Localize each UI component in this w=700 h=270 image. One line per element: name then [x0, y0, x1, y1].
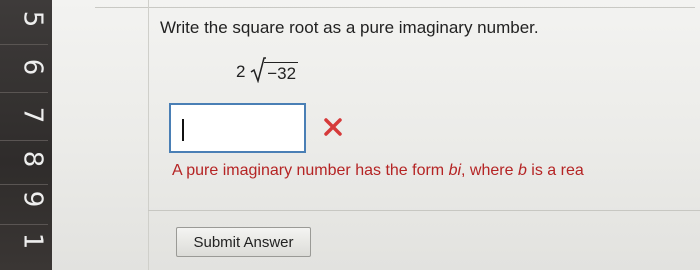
- question-number: 9: [17, 190, 48, 208]
- question-number-item[interactable]: 1: [0, 222, 48, 266]
- feedback-text: A pure imaginary number has the form: [172, 162, 449, 179]
- feedback-text: , where: [461, 162, 518, 179]
- feedback-text: is a rea: [526, 162, 584, 179]
- divider: [148, 0, 149, 270]
- question-number: 5: [17, 10, 48, 28]
- question-number-item[interactable]: 5: [0, 0, 48, 45]
- question-number: 1: [17, 232, 48, 250]
- square-root: −32: [250, 57, 299, 84]
- question-number-strip: 5 6 7 8 9 1: [0, 0, 52, 270]
- text-cursor: [182, 119, 184, 141]
- x-mark-icon: [324, 118, 342, 136]
- answer-input[interactable]: [169, 103, 306, 153]
- feedback-form: bi: [448, 162, 462, 179]
- coefficient: 2: [236, 62, 246, 81]
- question-number: 8: [17, 150, 48, 168]
- question-prompt: Write the square root as a pure imaginar…: [160, 18, 539, 37]
- math-expression: 2 −32: [236, 57, 299, 84]
- question-number-item[interactable]: 7: [0, 96, 48, 141]
- question-number-item[interactable]: 8: [0, 140, 48, 185]
- question-number: 6: [17, 58, 48, 76]
- divider: [148, 210, 700, 211]
- question-number-item[interactable]: 6: [0, 48, 48, 93]
- question-panel: [52, 0, 700, 270]
- feedback-message: A pure imaginary number has the form bi,…: [172, 162, 584, 180]
- radicand: −32: [264, 62, 299, 84]
- question-number-item[interactable]: 9: [0, 180, 48, 225]
- radical-sign-icon: [250, 57, 267, 83]
- submit-answer-button[interactable]: Submit Answer: [176, 227, 311, 257]
- divider: [95, 7, 695, 8]
- question-number: 7: [17, 106, 48, 124]
- feedback-variable: b: [517, 162, 527, 179]
